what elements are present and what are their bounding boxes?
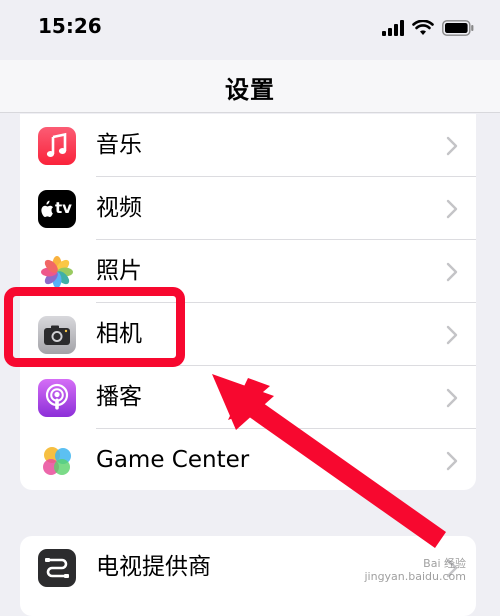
status-icons — [382, 18, 474, 38]
chevron-right-icon — [446, 388, 458, 408]
wifi-icon — [412, 20, 434, 35]
tv-provider-icon — [38, 549, 76, 587]
music-icon — [38, 127, 76, 165]
cellular-signal-icon — [382, 20, 404, 36]
settings-row-podcasts[interactable]: 播客 — [20, 366, 476, 429]
settings-row-label: 电视提供商 — [96, 554, 211, 580]
chevron-right-icon — [446, 451, 458, 471]
settings-row-label: 播客 — [96, 384, 142, 410]
photos-icon — [38, 253, 76, 291]
page-title: 设置 — [225, 76, 275, 104]
settings-row-label: 视频 — [96, 195, 142, 221]
settings-row-tv[interactable]: tv 视频 — [20, 177, 476, 240]
nav-header: 设置 — [0, 60, 500, 113]
settings-row-game-center[interactable]: Game Center — [20, 429, 476, 490]
chevron-right-icon — [446, 199, 458, 219]
chevron-right-icon — [446, 325, 458, 345]
status-bar: 15:26 — [0, 0, 500, 60]
settings-row-label: 音乐 — [96, 132, 142, 158]
highlight-box — [4, 287, 185, 367]
watermark-line2: jingyan.baidu.com — [364, 570, 466, 583]
apple-tv-icon: tv — [38, 190, 76, 228]
chevron-right-icon — [446, 262, 458, 282]
battery-icon — [442, 20, 474, 36]
status-time: 15:26 — [38, 14, 102, 38]
game-center-icon — [38, 442, 76, 480]
settings-row-label: Game Center — [96, 447, 250, 473]
chevron-right-icon — [446, 136, 458, 156]
tv-icon-text: tv — [55, 199, 72, 217]
watermark-line1: Bai 经验 — [423, 557, 466, 570]
podcasts-icon — [38, 379, 76, 417]
watermark: Bai 经验 jingyan.baidu.com — [364, 557, 466, 583]
settings-row-music[interactable]: 音乐 — [20, 114, 476, 177]
